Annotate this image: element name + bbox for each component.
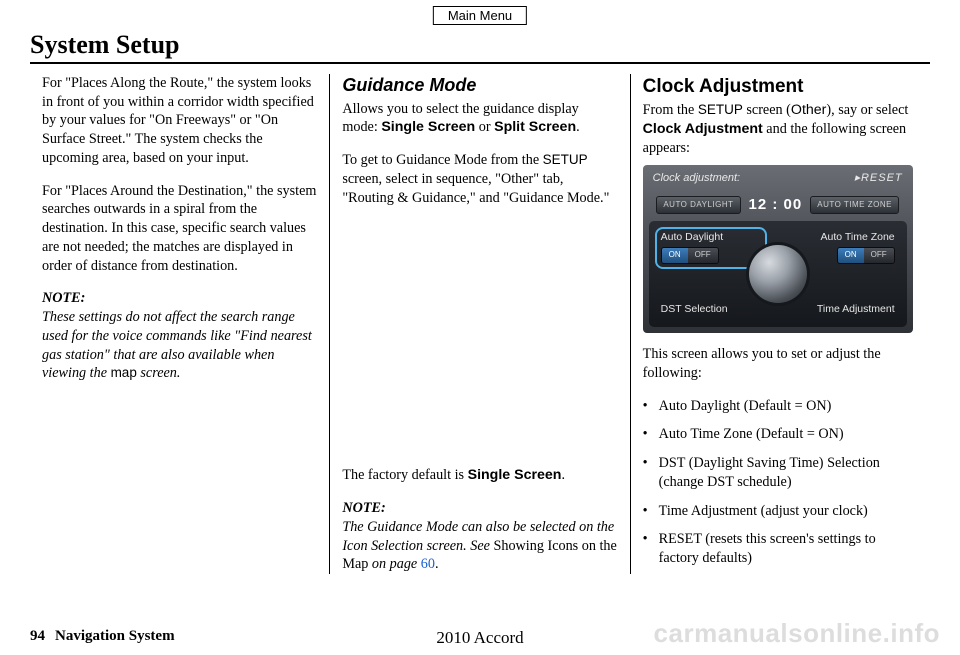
scr-title: Clock adjustment: (653, 171, 740, 186)
scr-time: 12 : 00 (749, 195, 803, 215)
col2-default: The factory default is Single Screen. (342, 466, 617, 485)
scr-badge-right: AUTO TIME ZONE (810, 196, 899, 215)
clock-adjustment-screenshot: Clock adjustment: ▸RESET AUTO DAYLIGHT 1… (643, 165, 913, 333)
col2-default-period: . (561, 467, 565, 483)
scr-time-adj: Time Adjustment (817, 303, 895, 317)
single-screen-label: Single Screen (381, 119, 475, 135)
column-1: For "Places Along the Route," the system… (30, 74, 329, 574)
toggle-off-2: OFF (864, 248, 894, 263)
col2-note-body: The Guidance Mode can also be selected o… (342, 518, 617, 574)
col3-intro-b: screen ( (743, 102, 791, 118)
scr-dial-panel: Auto Daylight ON OFF Auto Time Zone ON O… (649, 221, 907, 327)
bullet-reset: RESET (resets this screen's settings to … (643, 530, 918, 567)
col2-note-b: on page (368, 556, 420, 572)
col1-note-b: screen. (137, 365, 181, 381)
col1-para-1: For "Places Along the Route," the system… (42, 74, 317, 168)
title-rule (30, 62, 930, 64)
col1-note-label: NOTE: (42, 289, 317, 308)
column-3: Clock Adjustment From the SETUP screen (… (630, 74, 930, 574)
col3-after-img: This screen allows you to set or adjust … (643, 345, 918, 382)
col3-intro-a: From the (643, 102, 698, 118)
scr-auto-daylight: Auto Daylight ON OFF (661, 231, 723, 263)
col2-para-1: Allows you to select the guidance displa… (342, 100, 617, 137)
col3-intro: From the SETUP screen (Other), say or se… (643, 101, 918, 157)
split-screen-label: Split Screen (494, 119, 576, 135)
footer: 94 Navigation System 2010 Accord (30, 628, 930, 645)
scr-auto-daylight-toggle: ON OFF (661, 247, 719, 264)
scr-time-adj-label: Time Adjustment (817, 303, 895, 317)
col2-p2-b: screen, select in sequence, "Other" tab,… (342, 171, 609, 206)
main-menu-button[interactable]: Main Menu (433, 6, 527, 25)
col2-default-a: The factory default is (342, 467, 467, 483)
scr-auto-timezone-toggle: ON OFF (837, 247, 895, 264)
col3-bullet-list: Auto Daylight (Default = ON) Auto Time Z… (643, 397, 918, 568)
scr-dst: DST Selection (661, 303, 728, 317)
columns: For "Places Along the Route," the system… (30, 74, 930, 574)
scr-reset: ▸RESET (854, 171, 902, 186)
col2-note-label: NOTE: (342, 499, 617, 518)
col1-note-body: These settings do not affect the search … (42, 308, 317, 383)
col1-para-2: For "Places Around the Destination," the… (42, 182, 317, 276)
toggle-on-2: ON (838, 248, 864, 263)
scr-auto-timezone: Auto Time Zone ON OFF (821, 231, 895, 263)
setup-word-1: SETUP (543, 152, 588, 167)
bullet-auto-timezone: Auto Time Zone (Default = ON) (643, 425, 918, 444)
clock-adjustment-heading: Clock Adjustment (643, 74, 918, 99)
map-screen-word: map (111, 365, 137, 380)
bullet-time-adjustment: Time Adjustment (adjust your clock) (643, 502, 918, 521)
scr-dst-label: DST Selection (661, 303, 728, 317)
column-2: Guidance Mode Allows you to select the g… (329, 74, 629, 574)
col2-para-2: To get to Guidance Mode from the SETUP s… (342, 151, 617, 207)
clock-adjustment-bold: Clock Adjustment (643, 121, 763, 137)
col2-note-end: . (435, 556, 439, 572)
scr-dial (749, 245, 807, 303)
page-link-60[interactable]: 60 (421, 556, 435, 572)
col3-intro-c: ), say or select (826, 102, 908, 118)
guidance-mode-heading: Guidance Mode (342, 74, 617, 98)
other-tab-word: Other (791, 102, 826, 118)
col2-or: or (475, 119, 494, 135)
setup-word-2: SETUP (698, 102, 743, 117)
footer-model: 2010 Accord (436, 628, 523, 648)
scr-badge-left: AUTO DAYLIGHT (656, 196, 740, 215)
bullet-auto-daylight: Auto Daylight (Default = ON) (643, 397, 918, 416)
bullet-dst: DST (Daylight Saving Time) Selection (ch… (643, 454, 918, 491)
toggle-on: ON (662, 248, 688, 263)
toggle-off: OFF (688, 248, 718, 263)
default-value: Single Screen (468, 467, 562, 483)
scr-auto-timezone-label: Auto Time Zone (821, 231, 895, 245)
page-title: System Setup (30, 30, 930, 60)
footer-section: Navigation System (55, 628, 175, 645)
col2-p2-a: To get to Guidance Mode from the (342, 152, 542, 168)
page-number: 94 (30, 628, 45, 645)
col2-period: . (576, 119, 580, 135)
scr-auto-daylight-label: Auto Daylight (661, 231, 723, 245)
